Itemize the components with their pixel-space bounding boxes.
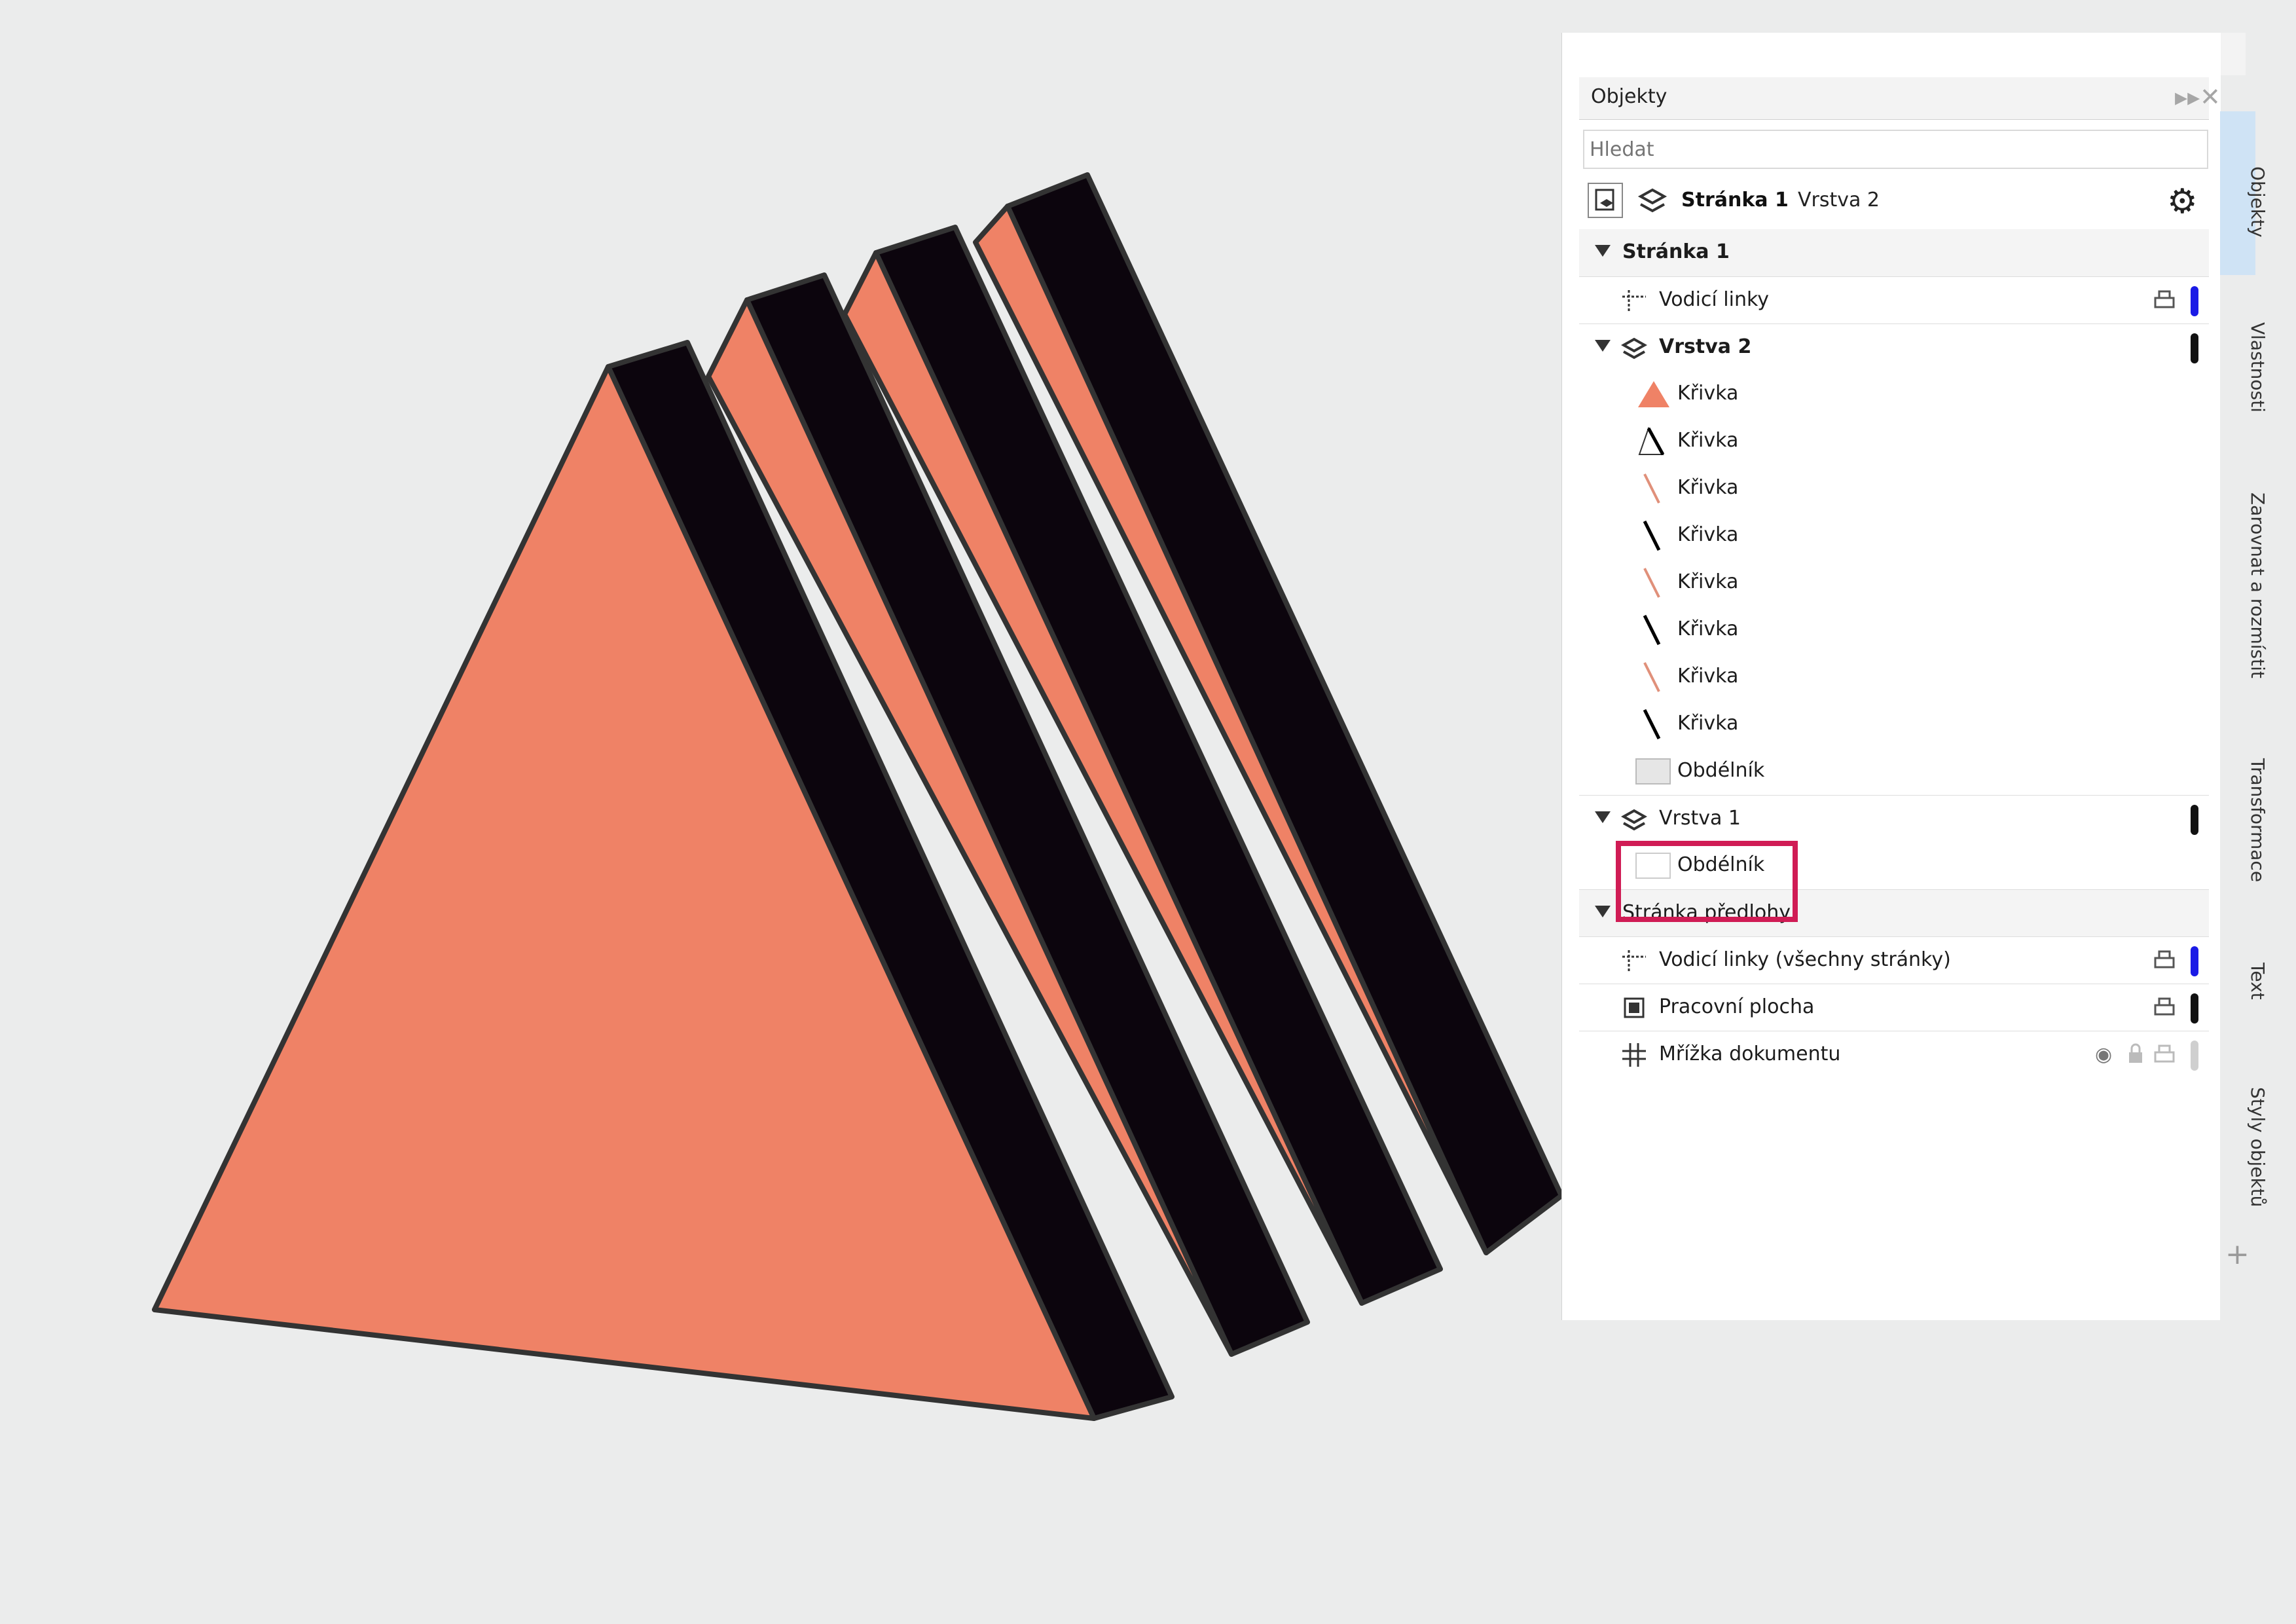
tree-row-curve[interactable]: Křivka [1579, 606, 2209, 654]
tree-row-guides-all[interactable]: Vodicí linky (všechny stránky) [1579, 936, 2209, 984]
layer-icon [1620, 806, 1648, 835]
tab-align-distribute[interactable]: Zarovnat a rozmístit [2227, 492, 2269, 678]
printer-icon[interactable] [2153, 1043, 2176, 1069]
layer-2-label: Vrstva 2 [1659, 335, 1752, 358]
layer-icon [1637, 185, 1668, 219]
curve-label: Křivka [1677, 429, 1739, 452]
docker-title: Objekty [1591, 85, 1667, 108]
tree-row-layer-2[interactable]: Vrstva 2 [1579, 323, 2209, 371]
layer-color-bar [2191, 946, 2198, 976]
docker-side-tabs: Objekty Vlastnosti Zarovnat a rozmístit … [2220, 111, 2296, 1320]
current-layer-label: Vrstva 2 [1798, 189, 1880, 212]
salmon-line-thumbnail-icon [1639, 567, 1666, 601]
curve-label: Křivka [1677, 618, 1739, 640]
curve-label: Křivka [1677, 523, 1739, 546]
highlight-box [1616, 841, 1798, 922]
salmon-line-thumbnail-icon [1639, 473, 1666, 507]
tab-text[interactable]: Text [2227, 963, 2269, 1000]
outline-triangle-thumbnail-icon [1637, 426, 1671, 458]
tree-row-layer-1[interactable]: Vrstva 1 [1579, 795, 2209, 843]
eye-icon[interactable]: ◉ [2095, 1043, 2112, 1066]
rectangle-thumbnail-icon [1635, 758, 1671, 787]
expand-arrow-icon[interactable] [1595, 811, 1611, 823]
tree-row-curve[interactable]: Křivka [1579, 701, 2209, 748]
layer-color-bar [2191, 333, 2198, 363]
black-line-thumbnail-icon [1639, 520, 1666, 554]
tree-row-curve[interactable]: Křivka [1579, 512, 2209, 559]
layer-color-bar [2191, 1041, 2198, 1071]
tree-row-curve[interactable]: Křivka [1579, 559, 2209, 606]
docker-header: Objekty ▸▸ ✕ [1579, 77, 2221, 120]
expand-arrow-icon[interactable] [1595, 245, 1611, 257]
guides-all-label: Vodicí linky (všechny stránky) [1659, 948, 1951, 971]
rectangle-label: Obdélník [1677, 759, 1765, 782]
printer-icon[interactable] [2153, 949, 2176, 975]
expand-arrow-icon[interactable] [1595, 906, 1611, 917]
layer-color-bar [2191, 993, 2198, 1024]
curve-label: Křivka [1677, 712, 1739, 735]
search-input[interactable] [1583, 130, 2208, 169]
printer-icon[interactable] [2153, 289, 2176, 315]
printer-icon[interactable] [2153, 996, 2176, 1022]
tab-properties[interactable]: Vlastnosti [2227, 322, 2269, 413]
triangle-4-salmon-face[interactable] [973, 204, 1489, 1255]
tree-row-desktop[interactable]: Pracovní plocha [1579, 984, 2209, 1031]
tree-row-guides[interactable]: Vodicí linky [1579, 276, 2209, 324]
page-view-icon[interactable] [1587, 182, 1624, 221]
curve-label: Křivka [1677, 570, 1739, 593]
salmon-line-thumbnail-icon [1639, 661, 1666, 695]
layer-color-bar [2191, 286, 2198, 316]
black-line-thumbnail-icon [1639, 709, 1666, 743]
page-1-label: Stránka 1 [1622, 240, 1730, 263]
curve-label: Křivka [1677, 476, 1739, 499]
tab-transform[interactable]: Transformace [2227, 758, 2269, 882]
tree-row-curve[interactable]: Křivka [1579, 371, 2209, 418]
grid-icon [1621, 1042, 1647, 1071]
tree-row-curve[interactable]: Křivka [1579, 418, 2209, 465]
desktop-icon [1621, 995, 1647, 1024]
tree-row-curve[interactable]: Křivka [1579, 465, 2209, 512]
black-line-thumbnail-icon [1639, 614, 1666, 648]
tree-row-document-grid[interactable]: Mřížka dokumentu ◉ [1579, 1031, 2209, 1079]
tree-row-page-1[interactable]: Stránka 1 [1579, 229, 2209, 276]
expand-arrow-icon[interactable] [1595, 340, 1611, 352]
desktop-label: Pracovní plocha [1659, 995, 1815, 1018]
layer-icon [1620, 335, 1648, 363]
salmon-triangle-thumbnail-icon [1637, 380, 1671, 411]
tree-row-rectangle[interactable]: Obdélník [1579, 748, 2209, 795]
document-grid-label: Mřížka dokumentu [1659, 1043, 1841, 1065]
layer-1-label: Vrstva 1 [1659, 807, 1741, 830]
guides-label: Vodicí linky [1659, 288, 1770, 311]
objects-toolbar: Stránka 1 Vrstva 2 ⚙ [1583, 177, 2208, 223]
close-docker-icon[interactable]: ✕ [2200, 83, 2221, 111]
curve-label: Křivka [1677, 665, 1739, 688]
guides-icon [1621, 287, 1647, 316]
guides-icon [1621, 948, 1647, 976]
curve-label: Křivka [1677, 382, 1739, 405]
tab-objects[interactable]: Objekty [2227, 166, 2269, 238]
add-tab-icon[interactable]: + [2225, 1238, 2250, 1271]
tab-object-styles[interactable]: Styly objektů [2227, 1087, 2269, 1207]
tree-row-curve[interactable]: Křivka [1579, 654, 2209, 701]
current-page-label: Stránka 1 [1681, 189, 1789, 212]
layer-color-bar [2191, 805, 2198, 835]
gear-icon[interactable]: ⚙ [2167, 182, 2198, 221]
collapse-docker-icon[interactable]: ▸▸ [2175, 83, 2200, 111]
lock-icon[interactable] [2126, 1043, 2145, 1068]
